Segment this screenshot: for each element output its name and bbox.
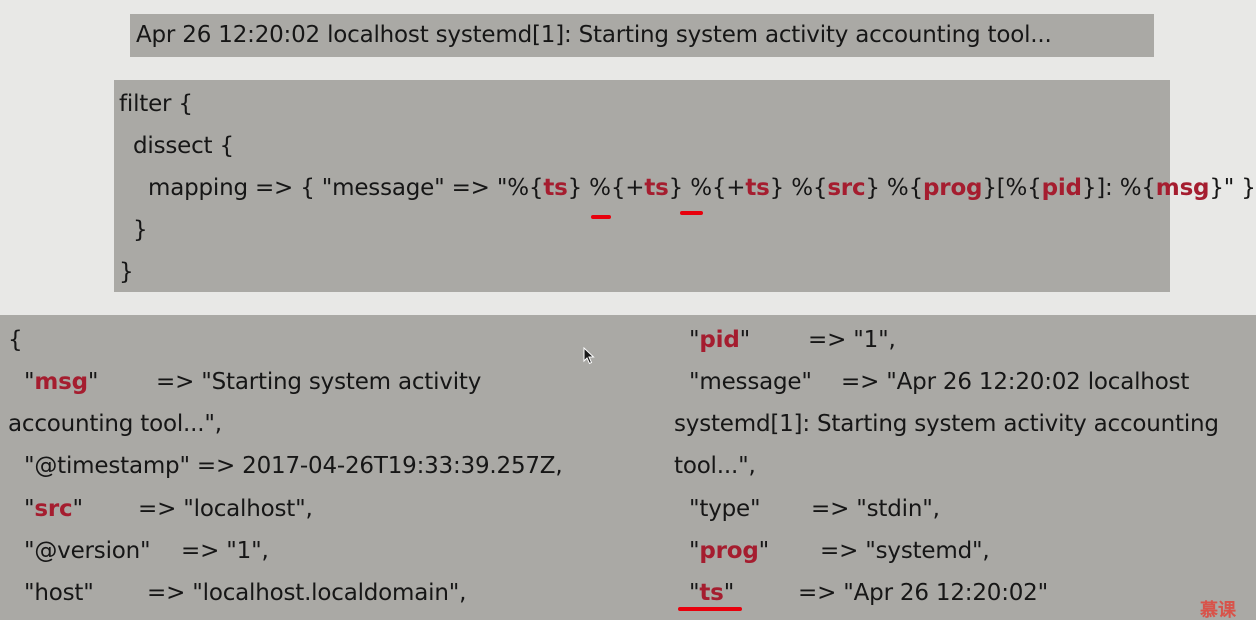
output-value-src: => "localhost",: [138, 496, 313, 522]
mapping-key-ts: ts: [745, 175, 770, 201]
filter-open-line: filter {: [119, 91, 193, 117]
mapping-key-ts: ts: [644, 175, 669, 201]
output-value-msg-cont: accounting tool...",: [8, 411, 222, 437]
output-value-pid: => "1",: [808, 327, 896, 353]
mapping-sep: } %{+: [567, 175, 645, 201]
annotation-underline: [678, 607, 742, 611]
annotation-underline: [680, 211, 703, 215]
mapping-line: mapping => { "message" => "%{ts} %{+ts} …: [148, 173, 1256, 203]
output-value-message: => "Apr 26 12:20:02 localhost: [841, 369, 1190, 395]
output-field-timestamp: "@timestamp" => 2017-04-26T19:33:39.257Z…: [24, 453, 563, 479]
mapping-sep: }[%{: [982, 175, 1042, 201]
output-value-ts: => "Apr 26 12:20:02": [798, 580, 1048, 606]
mapping-sep: }]: %{: [1081, 175, 1156, 201]
mapping-key-msg: msg: [1155, 175, 1210, 201]
field-key-src: src: [34, 496, 73, 522]
mapping-sep: } %{: [769, 175, 828, 201]
mapping-suffix: }" }: [1209, 175, 1256, 201]
output-value-message-cont: tool...",: [674, 453, 756, 479]
output-value-version: => "1",: [181, 538, 269, 564]
output-field-pid: "pid": [689, 327, 750, 353]
mapping-prefix: mapping => { "message" => "%{: [148, 175, 544, 201]
output-value-host: => "localhost.localdomain",: [147, 580, 467, 606]
field-key-prog: prog: [699, 538, 759, 564]
output-value-prog: => "systemd",: [820, 538, 990, 564]
output-field-type: "type": [689, 496, 761, 522]
output-field-ts: "ts": [689, 580, 735, 606]
mapping-sep: } %{+: [668, 175, 746, 201]
mapping-key-ts: ts: [543, 175, 568, 201]
mapping-key-src: src: [827, 175, 866, 201]
log-line-box: Apr 26 12:20:02 localhost systemd[1]: St…: [130, 14, 1154, 57]
filter-close-line: }: [119, 259, 134, 285]
field-key-msg: msg: [34, 369, 88, 395]
output-field-host: "host": [24, 580, 94, 606]
output-value-msg: => "Starting system activity: [156, 369, 482, 395]
output-field-msg: "msg": [24, 369, 99, 395]
output-field-version: "@version": [24, 538, 151, 564]
output-open-brace: {: [8, 327, 23, 353]
output-box: { "msg" => "Starting system activity acc…: [0, 315, 1256, 620]
output-value-type: => "stdin",: [811, 496, 940, 522]
mapping-key-pid: pid: [1041, 175, 1082, 201]
dissect-open-line: dissect {: [133, 133, 234, 159]
output-field-src: "src": [24, 496, 83, 522]
watermark-logo: 慕课: [1200, 600, 1236, 620]
field-key-pid: pid: [699, 327, 740, 353]
field-key-ts: ts: [699, 580, 724, 606]
log-line-text: Apr 26 12:20:02 localhost systemd[1]: St…: [136, 22, 1052, 48]
filter-config-box: filter { dissect { mapping => { "message…: [114, 80, 1256, 292]
mouse-pointer-icon: [583, 347, 595, 365]
output-field-message: "message": [689, 369, 812, 395]
mapping-sep: } %{: [865, 175, 924, 201]
annotation-underline: [591, 215, 611, 219]
output-value-message-cont: systemd[1]: Starting system activity acc…: [674, 411, 1219, 437]
mapping-key-prog: prog: [923, 175, 983, 201]
dissect-close-line: }: [133, 217, 148, 243]
output-field-prog: "prog": [689, 538, 770, 564]
